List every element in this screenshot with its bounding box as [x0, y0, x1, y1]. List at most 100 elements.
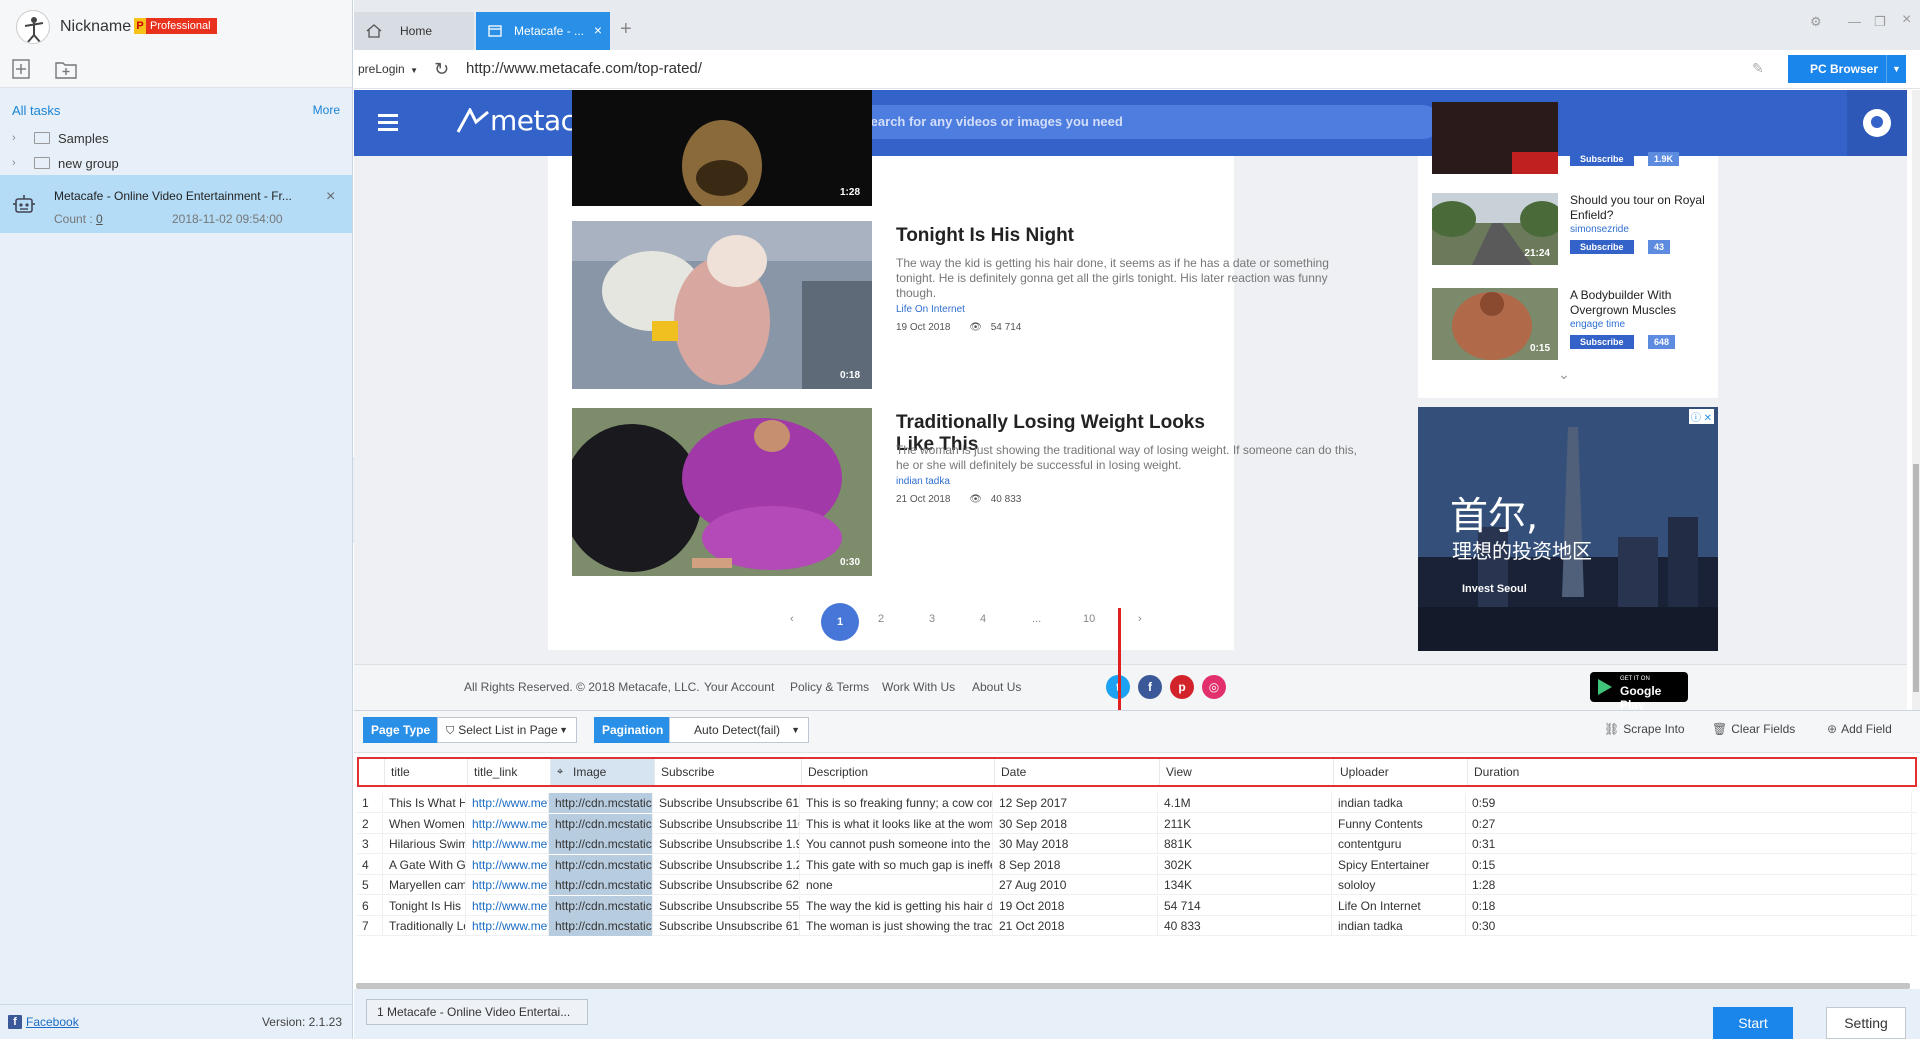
description-cell[interactable]: The woman is just showing the traditiona… — [800, 916, 993, 936]
settings-gear-icon[interactable]: ⚙ — [1810, 14, 1822, 30]
all-tasks-link[interactable]: All tasks — [12, 103, 60, 118]
table-row[interactable]: 1This Is What Ha...http://www.meta...htt… — [357, 793, 1917, 813]
uploader-cell[interactable]: Spicy Entertainer — [1332, 854, 1466, 875]
footer-link-about[interactable]: About Us — [972, 680, 1021, 694]
task-tab[interactable]: 1 Metacafe - Online Video Entertai... — [366, 999, 588, 1025]
duration-cell[interactable]: 0:15 — [1466, 854, 1912, 875]
row-index[interactable]: 5 — [357, 875, 383, 895]
view-cell[interactable]: 881K — [1158, 834, 1332, 854]
duration-cell[interactable]: 0:30 — [1466, 916, 1912, 936]
date-cell[interactable]: 30 Sep 2018 — [993, 813, 1158, 834]
video-thumbnail[interactable]: 1:28 — [572, 90, 872, 206]
page-type-select[interactable]: ⛉ Select List in Page ▼ — [437, 717, 577, 743]
subscribe-cell[interactable]: Subscribe Unsubscribe 62 — [653, 875, 800, 895]
subscribe-button[interactable]: Subscribe — [1570, 240, 1634, 254]
row-index[interactable]: 4 — [357, 854, 383, 875]
next-page-icon[interactable]: › — [1138, 613, 1142, 625]
subscribe-cell[interactable]: Subscribe Unsubscribe 1.9K — [653, 834, 800, 854]
subscribe-cell[interactable]: Subscribe Unsubscribe 618 — [653, 793, 800, 813]
more-link[interactable]: More — [313, 103, 340, 117]
subscribe-button[interactable]: Subscribe — [1570, 335, 1634, 349]
title-cell[interactable]: This Is What Ha... — [383, 793, 466, 813]
date-cell[interactable]: 27 Aug 2010 — [993, 875, 1158, 895]
title-link-cell[interactable]: http://www.meta... — [466, 813, 549, 834]
pagination-select[interactable]: Auto Detect(fail) ▼ — [669, 717, 809, 743]
reload-icon[interactable]: ↻ — [434, 59, 449, 80]
advertisement[interactable]: ⓘ ✕ 首尔, 理想的投资地区 Invest Seoul — [1418, 407, 1718, 651]
subscribe-button[interactable]: Subscribe — [1570, 152, 1634, 166]
pc-browser-button[interactable]: PC Browser ▼ — [1788, 55, 1906, 83]
facebook-link[interactable]: Facebook — [26, 1015, 79, 1029]
video-uploader[interactable]: Life On Internet — [896, 304, 965, 315]
view-cell[interactable]: 211K — [1158, 813, 1332, 834]
related-thumbnail[interactable]: 0:15 — [1432, 288, 1558, 360]
new-tab-icon[interactable]: + — [620, 18, 632, 41]
description-cell[interactable]: You cannot push someone into the swim... — [800, 834, 993, 854]
sidebar-group-new-group[interactable]: › new group — [12, 153, 119, 173]
web-scrollbar[interactable] — [1912, 90, 1920, 710]
table-row[interactable]: 4A Gate With Ga...http://www.meta...http… — [357, 854, 1917, 875]
date-cell[interactable]: 21 Oct 2018 — [993, 916, 1158, 936]
table-row[interactable]: 7Traditionally Lo...http://www.meta...ht… — [357, 916, 1917, 936]
view-cell[interactable]: 134K — [1158, 875, 1332, 895]
tab-metacafe[interactable]: Metacafe - ... × — [476, 12, 610, 50]
subscribe-cell[interactable]: Subscribe Unsubscribe 110 — [653, 813, 800, 834]
description-cell[interactable]: none — [800, 875, 993, 895]
uploader-cell[interactable]: indian tadka — [1332, 916, 1466, 936]
column-header-selected[interactable]: ⌖ Image — [551, 759, 655, 785]
page-2[interactable]: 2 — [878, 613, 884, 625]
title-cell[interactable]: When Women ... — [383, 813, 466, 834]
subscribe-cell[interactable]: Subscribe Unsubscribe 1.2K — [653, 854, 800, 875]
related-title[interactable]: A Bodybuilder With Overgrown Muscles — [1570, 288, 1716, 318]
title-link-cell[interactable]: http://www.meta... — [466, 854, 549, 875]
title-link-cell[interactable]: http://www.meta... — [466, 875, 549, 895]
image-cell[interactable]: http://cdn.mcstatic.co... — [549, 813, 653, 834]
image-cell[interactable]: http://cdn.mcstatic.co... — [549, 854, 653, 875]
close-window-icon[interactable]: × — [1902, 11, 1911, 29]
title-cell[interactable]: Tonight Is His N... — [383, 895, 466, 916]
column-header[interactable]: Date — [995, 759, 1160, 785]
page-10[interactable]: 10 — [1083, 613, 1095, 625]
metacafe-search-input[interactable]: ⌕ Search for any videos or images you ne… — [822, 105, 1440, 139]
duration-cell[interactable]: 0:59 — [1466, 793, 1912, 813]
new-group-button[interactable] — [54, 58, 78, 80]
uploader-cell[interactable]: Funny Contents — [1332, 813, 1466, 834]
uploader-cell[interactable]: Life On Internet — [1332, 895, 1466, 916]
restore-icon[interactable]: ❐ — [1874, 14, 1886, 30]
table-row[interactable]: 3Hilarious Swim...http://www.meta...http… — [357, 834, 1917, 854]
table-row[interactable]: 6Tonight Is His N...http://www.meta...ht… — [357, 895, 1917, 916]
view-cell[interactable]: 302K — [1158, 854, 1332, 875]
subscribe-cell[interactable]: Subscribe Unsubscribe 618 — [653, 916, 800, 936]
date-cell[interactable]: 30 May 2018 — [993, 834, 1158, 854]
duration-cell[interactable]: 1:28 — [1466, 875, 1912, 895]
row-index[interactable]: 2 — [357, 813, 383, 834]
description-cell[interactable]: This is what it looks like at the women … — [800, 813, 993, 834]
facebook-icon[interactable]: f — [8, 1015, 22, 1029]
row-index[interactable]: 7 — [357, 916, 383, 936]
web-scrollbar-thumb[interactable] — [1913, 464, 1919, 692]
page-3[interactable]: 3 — [929, 613, 935, 625]
task-item[interactable]: Metacafe - Online Video Entertainment - … — [0, 175, 352, 233]
video-thumbnail[interactable]: 0:30 — [572, 408, 872, 576]
prelogin-dropdown[interactable]: preLogin ▼ — [358, 62, 418, 76]
date-cell[interactable]: 12 Sep 2017 — [993, 793, 1158, 813]
user-nickname[interactable]: Nickname — [60, 18, 131, 36]
title-link-cell[interactable]: http://www.meta... — [466, 834, 549, 854]
title-cell[interactable]: Traditionally Lo... — [383, 916, 466, 936]
column-header[interactable]: title — [385, 759, 468, 785]
description-cell[interactable]: This is so freaking funny; a cow comes t… — [800, 793, 993, 813]
description-cell[interactable]: This gate with so much gap is ineffectiv… — [800, 854, 993, 875]
column-header[interactable]: Uploader — [1334, 759, 1468, 785]
related-channel[interactable]: simonsezride — [1570, 224, 1629, 235]
footer-link-work[interactable]: Work With Us — [882, 680, 955, 694]
row-index[interactable]: 6 — [357, 895, 383, 916]
view-cell[interactable]: 40 833 — [1158, 916, 1332, 936]
user-avatar[interactable] — [16, 10, 50, 44]
related-thumbnail[interactable] — [1432, 102, 1558, 174]
duration-cell[interactable]: 0:18 — [1466, 895, 1912, 916]
related-title[interactable]: Should you tour on Royal Enfield? — [1570, 193, 1716, 223]
start-button[interactable]: Start — [1713, 1007, 1793, 1039]
instagram-icon[interactable]: ◎ — [1202, 675, 1226, 699]
title-link-cell[interactable]: http://www.meta... — [466, 793, 549, 813]
column-header[interactable]: Subscribe — [655, 759, 802, 785]
